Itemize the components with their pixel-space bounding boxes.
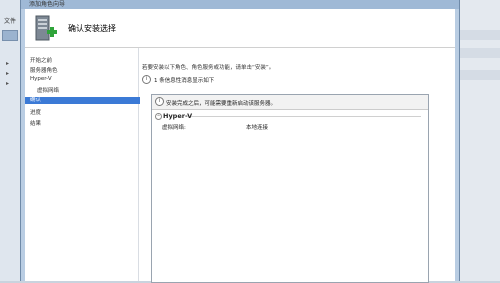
wizard-body: 开始之前 服务器角色 Hyper-V 虚拟网络 确认 进度 结果 若要安装以下角… — [25, 48, 455, 283]
nav-step-results[interactable]: 结果 — [30, 119, 41, 127]
restart-notice-text: 安装完成之后，可能需要重新启动该服务器。 — [166, 101, 277, 107]
info-icon: i — [142, 75, 151, 84]
wizard-content: 若要安装以下角色、角色服务或功能，请单击“安装”。 i 1 条信息性消息显示如下… — [139, 48, 455, 283]
virtual-network-label: 虚拟网络: — [162, 125, 186, 131]
background-window-right — [458, 0, 500, 281]
restart-notice: i 安装完成之后，可能需要重新启动该服务器。 — [152, 95, 428, 110]
background-bar — [458, 70, 500, 80]
selection-results-panel[interactable]: i 安装完成之后，可能需要重新启动该服务器。 ^ Hyper-V 虚拟网络: 本… — [151, 94, 429, 283]
nav-step-virtual-networks[interactable]: 虚拟网络 — [37, 86, 59, 94]
server-install-icon — [35, 15, 57, 41]
nav-step-server-roles[interactable]: 服务器角色 — [30, 66, 58, 74]
nav-step-progress[interactable]: 进度 — [30, 108, 41, 116]
back-arrow-icon[interactable] — [2, 30, 18, 41]
tree-expander-icon[interactable]: ▸ — [6, 60, 12, 67]
add-roles-wizard-dialog: 添加角色向导 确认安装选择 开始之前 服务器角色 Hyper-V 虚拟网络 确认… — [20, 0, 460, 283]
dialog-titlebar[interactable]: 添加角色向导 — [21, 0, 459, 9]
info-icon: i — [155, 97, 164, 106]
nav-step-hyper-v[interactable]: Hyper-V — [30, 76, 52, 82]
tree-expander-icon[interactable]: ▸ — [6, 80, 12, 87]
virtual-network-value: 本地连接 — [246, 125, 269, 131]
dialog-titlebar-text: 添加角色向导 — [29, 1, 66, 8]
intro-text: 若要安装以下角色、角色服务或功能，请单击“安装”。 — [142, 65, 275, 71]
tree-expander-icon[interactable]: ▸ — [6, 70, 12, 77]
file-menu[interactable]: 文件 — [4, 16, 16, 25]
nav-step-before-you-begin[interactable]: 开始之前 — [30, 56, 52, 64]
info-summary-text: 1 条信息性消息显示如下 — [154, 78, 215, 84]
collapse-section-icon[interactable]: ^ — [155, 113, 162, 120]
background-bar — [458, 30, 500, 40]
wizard-step-nav: 开始之前 服务器角色 Hyper-V 虚拟网络 确认 进度 结果 — [25, 48, 140, 281]
section-title: Hyper-V — [163, 112, 193, 120]
background-bar — [458, 48, 500, 58]
section-divider — [191, 116, 421, 117]
wizard-header: 确认安装选择 — [25, 9, 455, 48]
nav-step-confirmation[interactable]: 确认 — [25, 97, 140, 104]
page-title: 确认安装选择 — [68, 24, 116, 33]
